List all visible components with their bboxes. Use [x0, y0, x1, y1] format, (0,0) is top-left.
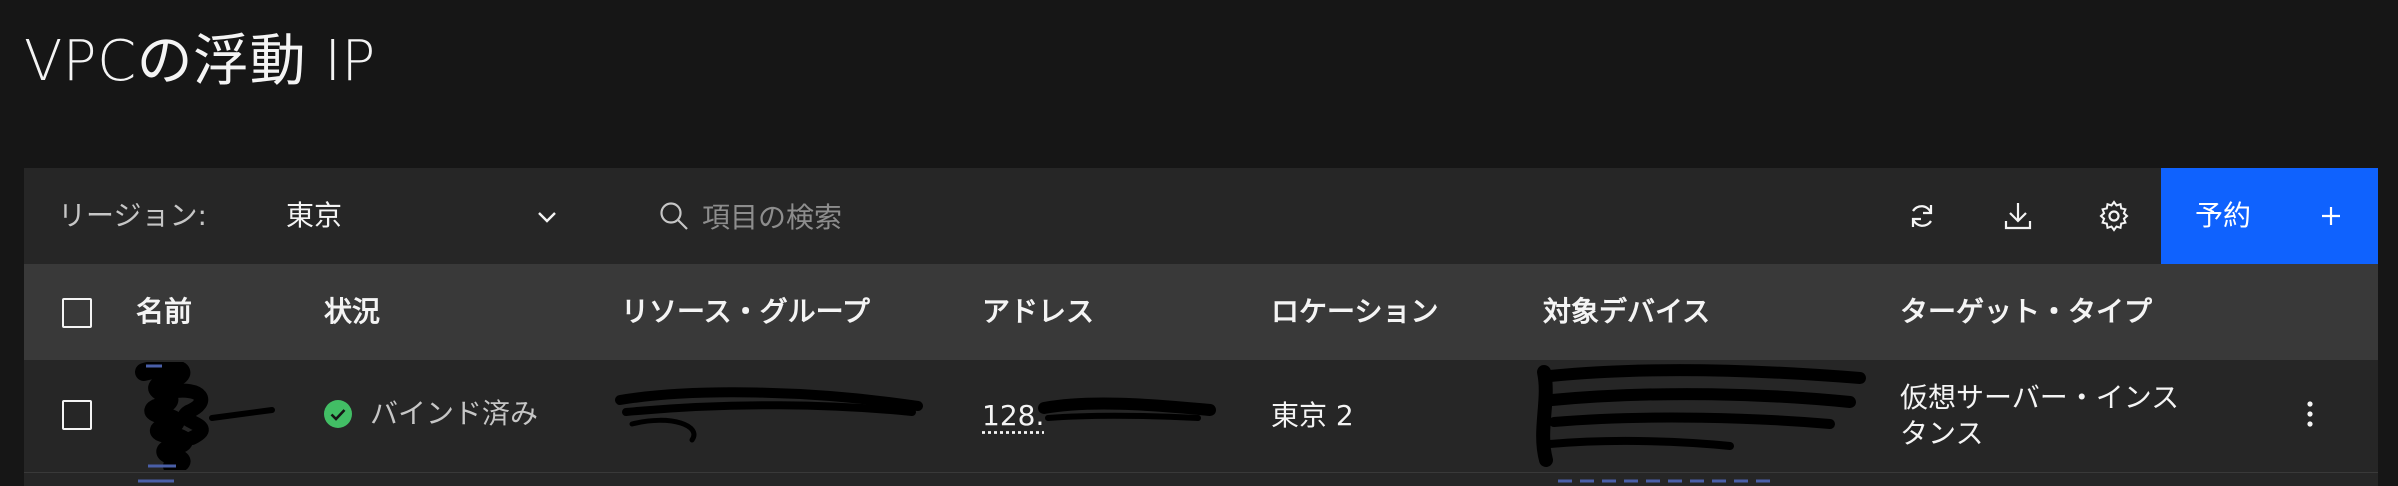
region-dropdown[interactable]: 東京 [286, 182, 576, 250]
column-header-location[interactable]: ロケーション [1271, 294, 1438, 330]
row-status-text: バインド済み [370, 397, 539, 430]
table-toolbar: リージョン: 東京 項目の検索 予約 [24, 168, 2378, 265]
partial-link-fragment [138, 479, 174, 483]
region-selected-value: 東京 [286, 199, 343, 232]
column-header-target-device[interactable]: 対象デバイス [1543, 294, 1710, 330]
table-row: バインド済み 128. 東京 2 仮想サーバー・インス タンス [24, 360, 2378, 473]
reserve-button[interactable]: 予約 [2161, 168, 2378, 264]
search-input[interactable] [700, 196, 1804, 238]
redacted-resource-group-scribble [615, 387, 923, 443]
redacted-target-device-scribble [1536, 364, 1866, 467]
download-button[interactable] [1970, 168, 2066, 264]
floating-ip-table-panel: リージョン: 東京 項目の検索 予約 名前 状況 リソース・グループ アドレス … [24, 168, 2378, 486]
table-header: 名前 状況 リソース・グループ アドレス ロケーション 対象デバイス ターゲット… [24, 264, 2378, 360]
row-address-link[interactable]: 128. [982, 398, 1044, 434]
column-header-resource-group[interactable]: リソース・グループ [621, 294, 870, 330]
reserve-button-label: 予約 [2195, 199, 2252, 232]
select-all-checkbox[interactable] [62, 298, 92, 328]
gear-icon [2099, 200, 2129, 232]
redacted-address-scribble [1038, 397, 1216, 421]
add-icon [2322, 207, 2340, 225]
column-header-address[interactable]: アドレス [982, 294, 1094, 330]
next-table-row-partial [24, 473, 2378, 486]
settings-button[interactable] [2066, 168, 2162, 264]
redacted-name-scribble [135, 362, 275, 470]
partial-link-fragment [1558, 479, 1774, 483]
search-box [624, 182, 1864, 250]
page-title: VPCの浮動 IP [24, 29, 376, 94]
search-icon [660, 202, 688, 230]
refresh-button[interactable] [1874, 168, 1970, 264]
row-target-type-line1: 仮想サーバー・インス [1900, 381, 2180, 414]
refresh-icon [1911, 205, 1933, 227]
chevron-down-icon [538, 212, 556, 223]
status-success-icon [324, 400, 352, 428]
row-select-checkbox[interactable] [62, 400, 92, 430]
column-header-target-type[interactable]: ターゲット・タイプ [1900, 294, 2152, 330]
row-target-type-line2: タンス [1900, 417, 1984, 450]
region-label: リージョン: [58, 199, 207, 232]
download-icon [2004, 203, 2032, 230]
column-header-name[interactable]: 名前 [136, 294, 192, 330]
row-location: 東京 2 [1271, 399, 1354, 432]
column-header-status[interactable]: 状況 [324, 294, 380, 330]
row-overflow-menu-icon[interactable] [2286, 390, 2334, 438]
